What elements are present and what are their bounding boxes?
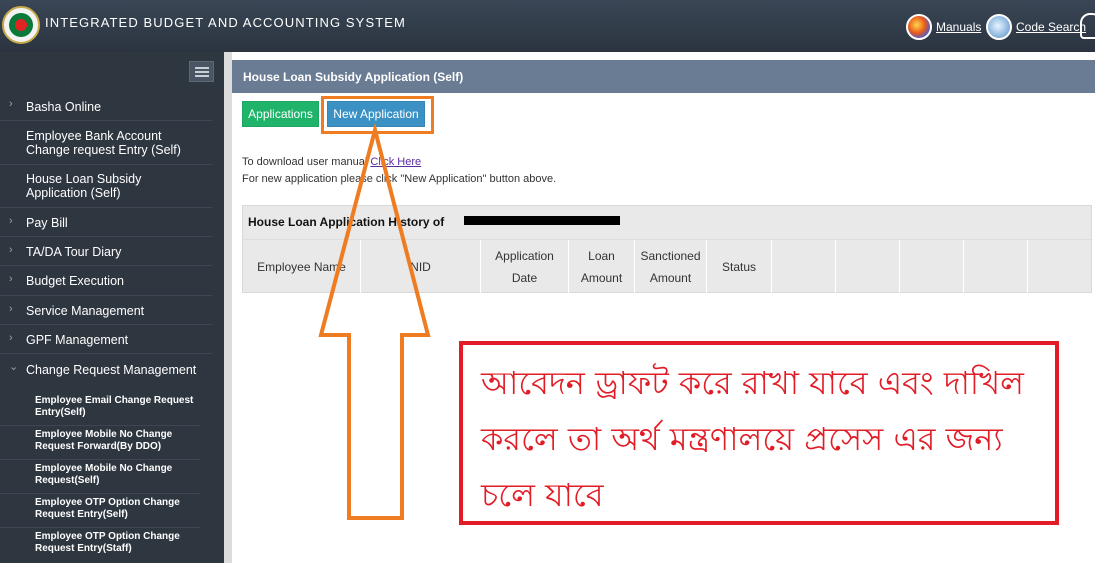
- submenu-item-mobile-forward[interactable]: Employee Mobile No Change Request Forwar…: [0, 426, 200, 460]
- manuals-icon: [906, 14, 932, 40]
- chevron-right-icon: ›: [9, 332, 13, 344]
- sidebar-item-label: Employee Bank Account Change request Ent…: [26, 129, 181, 157]
- sidebar-item-basha-online[interactable]: › Basha Online: [0, 91, 212, 121]
- sidebar-item-label: TA/DA Tour Diary: [26, 245, 122, 259]
- sidebar-item-pay-bill[interactable]: › Pay Bill: [0, 208, 212, 237]
- column-header: Application Date: [481, 240, 569, 294]
- code-search-link[interactable]: Code Search: [986, 14, 1086, 40]
- sidebar-item-label: House Loan Subsidy Application (Self): [26, 172, 142, 200]
- app-window: INTEGRATED BUDGET AND ACCOUNTING SYSTEM …: [0, 0, 1095, 563]
- sidebar-item-label: Budget Execution: [26, 274, 124, 288]
- column-header: [836, 240, 900, 294]
- submenu-item-label: Employee OTP Option Change Request Entry…: [35, 497, 180, 520]
- applications-button[interactable]: Applications: [242, 101, 319, 127]
- sidebar-item-house-loan-subsidy[interactable]: House Loan Subsidy Application (Self): [0, 165, 212, 208]
- column-header: [900, 240, 964, 294]
- column-header: Sanctioned Amount: [635, 240, 707, 294]
- sidebar-divider: [224, 52, 232, 563]
- chevron-right-icon: ›: [9, 303, 13, 315]
- chevron-right-icon: ›: [9, 215, 13, 227]
- sidebar-item-service-management[interactable]: › Service Management: [0, 296, 212, 325]
- column-header: Status: [707, 240, 772, 294]
- submenu-item-otp-staff[interactable]: Employee OTP Option Change Request Entry…: [0, 528, 200, 562]
- app-title: INTEGRATED BUDGET AND ACCOUNTING SYSTEM: [45, 15, 406, 30]
- redacted-name: [464, 216, 620, 225]
- submenu-item-label: Employee Mobile No Change Request(Self): [35, 463, 173, 486]
- submenu-item-label: Employee Email Change Request Entry(Self…: [35, 395, 194, 418]
- sidebar-item-label: Change Request Management: [26, 363, 197, 377]
- annotation-note: আবেদন ড্রাফট করে রাখা যাবে এবং দাখিল করল…: [459, 341, 1059, 525]
- sidebar-item-label: Pay Bill: [26, 216, 68, 230]
- column-header: [964, 240, 1028, 294]
- submenu-item-email-change[interactable]: Employee Email Change Request Entry(Self…: [0, 392, 200, 426]
- sidebar-item-tada-tour-diary[interactable]: › TA/DA Tour Diary: [0, 237, 212, 266]
- annotation-text: আবেদন ড্রাফট করে রাখা যাবে এবং দাখিল করল…: [481, 364, 1024, 514]
- column-header: [1028, 240, 1091, 294]
- chevron-right-icon: ›: [9, 273, 13, 285]
- code-search-icon: [986, 14, 1012, 40]
- top-header: INTEGRATED BUDGET AND ACCOUNTING SYSTEM …: [0, 0, 1095, 52]
- menu-toggle-icon[interactable]: [189, 61, 214, 82]
- sidebar-item-label: Basha Online: [26, 100, 102, 114]
- chevron-down-icon: ⌄: [9, 361, 19, 373]
- sidebar-item-label: Service Management: [26, 304, 145, 318]
- column-header: Loan Amount: [569, 240, 635, 294]
- page-title-bar: House Loan Subsidy Application (Self): [232, 60, 1095, 93]
- chevron-right-icon: ›: [9, 244, 13, 256]
- column-header: [772, 240, 836, 294]
- submenu-item-label: Employee OTP Option Change Request Entry…: [35, 531, 180, 554]
- submenu-item-mobile-self[interactable]: Employee Mobile No Change Request(Self): [0, 460, 200, 494]
- user-icon[interactable]: [1080, 13, 1095, 39]
- chevron-right-icon: ›: [9, 98, 13, 110]
- page-title: House Loan Subsidy Application (Self): [243, 70, 464, 84]
- manuals-label: Manuals: [936, 20, 982, 34]
- sidebar-item-bank-account-change[interactable]: Employee Bank Account Change request Ent…: [0, 121, 212, 165]
- sidebar-item-budget-execution[interactable]: › Budget Execution: [0, 266, 212, 296]
- code-search-label: Code Search: [1016, 20, 1087, 34]
- submenu-item-label: Employee Mobile No Change Request Forwar…: [35, 429, 173, 452]
- manuals-link[interactable]: Manuals: [906, 14, 981, 40]
- submenu-item-otp-self[interactable]: Employee OTP Option Change Request Entry…: [0, 494, 200, 528]
- pointer-arrow-icon: [318, 124, 431, 520]
- government-logo-icon: [2, 6, 40, 44]
- sidebar-item-gpf-management[interactable]: › GPF Management: [0, 325, 212, 354]
- sidebar-item-label: GPF Management: [26, 333, 129, 347]
- sidebar-item-change-request-management[interactable]: ⌄ Change Request Management: [0, 354, 212, 384]
